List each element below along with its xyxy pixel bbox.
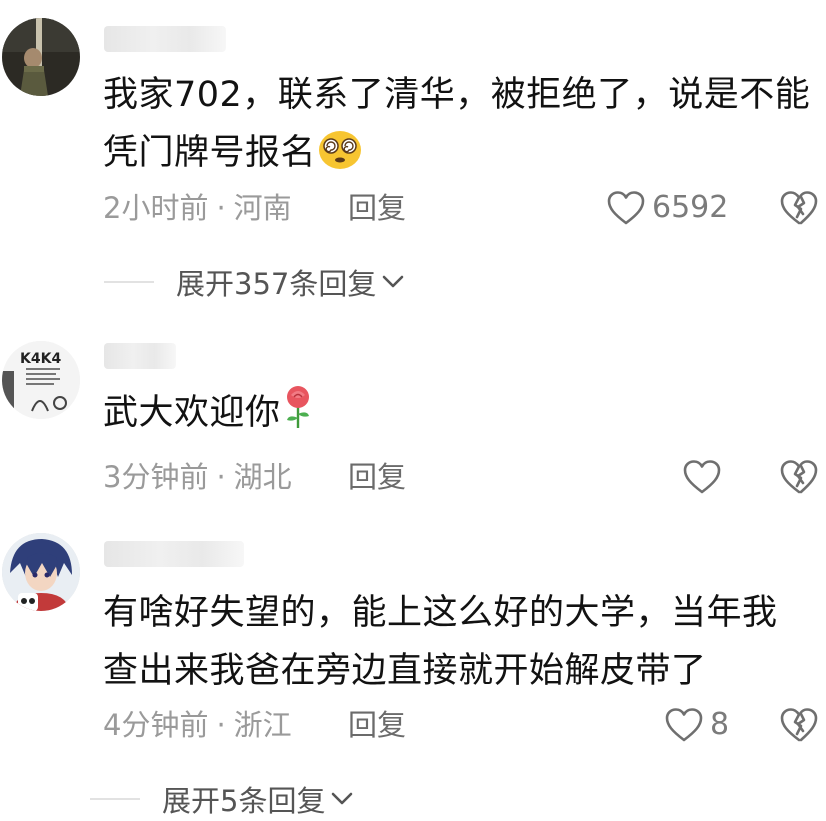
- avatar-image: [2, 533, 80, 611]
- expand-replies-button[interactable]: 展开5条回复: [90, 778, 353, 820]
- broken-heart-icon: [780, 191, 818, 225]
- comment-meta: 2小时前 · 河南: [103, 190, 292, 226]
- like-count: 6592: [652, 190, 729, 225]
- divider-line: [90, 798, 140, 800]
- comment-text-line: 我家702，联系了清华，被拒绝了，说是不能: [103, 75, 811, 115]
- like-button[interactable]: [682, 459, 722, 495]
- like-button[interactable]: 6592: [606, 190, 728, 226]
- location: 湖北: [233, 460, 292, 494]
- username-blurred[interactable]: [104, 343, 176, 369]
- dizzy-face-emoji: [318, 130, 362, 188]
- expand-replies-button[interactable]: 展开357条回复: [104, 261, 404, 303]
- comment-item: 我家702，联系了清华，被拒绝了，说是不能 凭门牌号报名 2小时前 · 河南 回复 …: [0, 0, 826, 310]
- avatar-image: K4K4: [2, 341, 80, 419]
- heart-icon: [607, 191, 645, 225]
- separator: ·: [216, 460, 226, 494]
- comment-text-line: 凭门牌号报名: [103, 124, 818, 188]
- comment-text: 我家702，联系了清华，被拒绝了，说是不能 凭门牌号报名: [103, 66, 818, 188]
- comment-text: 有啥好失望的，能上这么好的大学，当年我 查出来我爸在旁边直接就开始解皮带了: [103, 584, 818, 700]
- location: 河南: [233, 191, 292, 225]
- like-button[interactable]: 8: [664, 707, 729, 743]
- dislike-button[interactable]: [778, 706, 820, 748]
- avatar-image: [2, 18, 80, 96]
- expand-replies-label: 展开5条回复: [162, 784, 326, 818]
- heart-icon: [665, 708, 703, 742]
- broken-heart-icon: [780, 708, 818, 742]
- username-blurred[interactable]: [104, 541, 244, 567]
- location: 浙江: [233, 708, 292, 742]
- expand-replies-label: 展开357条回复: [176, 267, 377, 301]
- reply-button[interactable]: 回复: [348, 707, 406, 743]
- comment-text-line: 武大欢迎你: [103, 393, 281, 433]
- broken-heart-icon: [780, 460, 818, 494]
- avatar[interactable]: [2, 533, 80, 611]
- divider-line: [104, 281, 154, 283]
- comment-text: 武大欢迎你: [103, 384, 818, 448]
- like-count: 8: [710, 707, 730, 742]
- separator: ·: [216, 191, 226, 225]
- comment-meta: 3分钟前 · 湖北: [103, 459, 292, 495]
- timestamp: 3分钟前: [103, 460, 209, 494]
- avatar[interactable]: [2, 18, 80, 96]
- separator: ·: [216, 708, 226, 742]
- chevron-down-icon: [332, 792, 353, 805]
- dislike-button[interactable]: [778, 458, 820, 500]
- reply-button[interactable]: 回复: [348, 190, 406, 226]
- timestamp: 4分钟前: [103, 708, 209, 742]
- comment-text-line: 查出来我爸在旁边直接就开始解皮带了: [103, 651, 707, 691]
- comment-text-line: 有啥好失望的，能上这么好的大学，当年我: [103, 593, 778, 633]
- reply-button[interactable]: 回复: [348, 459, 406, 495]
- avatar[interactable]: K4K4: [2, 341, 80, 419]
- chevron-down-icon: [383, 275, 404, 288]
- comment-meta: 4分钟前 · 浙江: [103, 707, 292, 743]
- avatar-logo-text: K4K4: [20, 351, 61, 367]
- dislike-button[interactable]: [778, 189, 820, 231]
- heart-icon: [683, 460, 721, 494]
- timestamp: 2小时前: [103, 191, 209, 225]
- username-blurred[interactable]: [104, 26, 226, 52]
- rose-emoji: [283, 384, 313, 448]
